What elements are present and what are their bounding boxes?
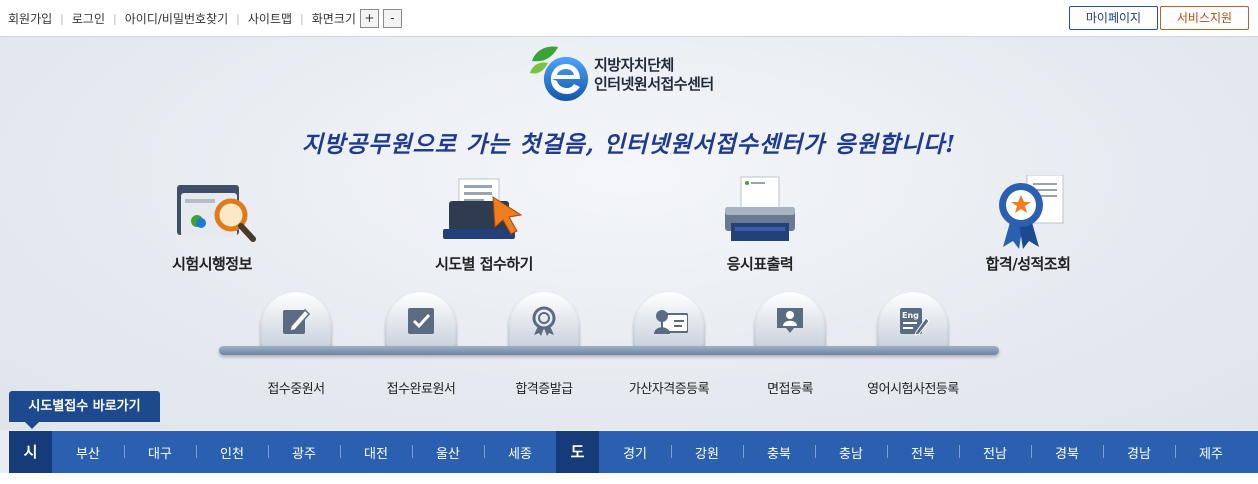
main-menu-results[interactable]: 합격/성적조회 bbox=[928, 174, 1128, 274]
signup-link[interactable]: 회원가입 bbox=[8, 10, 52, 27]
login-link[interactable]: 로그인 bbox=[72, 10, 105, 27]
region-incheon[interactable]: 인천 bbox=[196, 443, 268, 462]
main-menu-label: 합격/성적조회 bbox=[985, 255, 1071, 273]
submenu-shelf bbox=[219, 346, 999, 355]
zoom-in-button[interactable]: + bbox=[359, 9, 379, 28]
region-nav-bar: 시 부산 대구 인천 광주 대전 울산 세종 도 경기 강원 충북 충남 전북 … bbox=[9, 431, 1258, 473]
region-gangwon[interactable]: 강원 bbox=[671, 443, 743, 462]
main-menu-apply-by-region[interactable]: 시도별 접수하기 bbox=[384, 175, 584, 274]
region-ulsan[interactable]: 울산 bbox=[412, 443, 484, 462]
award-certificate-icon bbox=[973, 174, 1083, 249]
logo-line-2: 인터넷원서접수센터 bbox=[594, 75, 714, 93]
top-bar: 회원가입 | 로그인 | 아이디/비밀번호찾기 | 사이트맵 | 화면크기 + … bbox=[0, 0, 1258, 37]
main-menu-label: 응시표출력 bbox=[726, 255, 794, 273]
person-icon bbox=[777, 308, 803, 333]
logo-text: 지방자치단체 인터넷원서접수센터 bbox=[594, 56, 714, 94]
region-gyeongbuk[interactable]: 경북 bbox=[1031, 443, 1103, 462]
region-gwangju[interactable]: 광주 bbox=[268, 443, 340, 462]
id-card-icon bbox=[654, 310, 688, 334]
main-menu-exam-info[interactable]: 시험시행정보 bbox=[112, 175, 312, 274]
main-menu-label: 시도별 접수하기 bbox=[435, 255, 533, 273]
eng-document-icon: Eng bbox=[900, 308, 930, 336]
laptop-cursor-icon bbox=[429, 175, 539, 249]
region-sejong[interactable]: 세종 bbox=[484, 443, 556, 462]
top-links: 회원가입 | 로그인 | 아이디/비밀번호찾기 | 사이트맵 | 화면크기 + … bbox=[8, 9, 402, 28]
main-menu-label: 시험시행정보 bbox=[172, 255, 252, 273]
separator: | bbox=[236, 12, 240, 25]
site-logo[interactable]: 지방자치단체 인터넷원서접수센터 bbox=[528, 43, 738, 103]
region-gyeongnam[interactable]: 경남 bbox=[1103, 443, 1175, 462]
sitemap-link[interactable]: 사이트맵 bbox=[248, 10, 292, 27]
submenu-label: 면접등록 bbox=[767, 382, 813, 397]
mypage-button[interactable]: 마이페이지 bbox=[1069, 6, 1158, 30]
submenu-applications-in-progress[interactable]: 접수중원서 bbox=[226, 292, 366, 397]
folder-magnifier-icon bbox=[157, 175, 267, 249]
service-support-button[interactable]: 서비스지원 bbox=[1160, 6, 1249, 30]
region-chungbuk[interactable]: 충북 bbox=[743, 443, 815, 462]
submenu-label: 접수완료원서 bbox=[386, 382, 456, 397]
zoom-out-button[interactable]: - bbox=[382, 9, 402, 28]
region-jeju[interactable]: 제주 bbox=[1175, 443, 1247, 462]
region-shortcut-tab: 시도별접수 바로가기 bbox=[9, 391, 160, 429]
medal-icon bbox=[532, 306, 556, 336]
region-gyeonggi[interactable]: 경기 bbox=[599, 443, 671, 462]
submenu-certificate-issue[interactable]: 합격증발급 bbox=[474, 292, 614, 397]
region-daejeon[interactable]: 대전 bbox=[340, 443, 412, 462]
svg-text:Eng: Eng bbox=[902, 311, 919, 320]
submenu-label: 합격증발급 bbox=[515, 382, 573, 397]
region-chungnam[interactable]: 충남 bbox=[815, 443, 887, 462]
submenu-english-test-preregister[interactable]: Eng 영어시험사전등록 bbox=[843, 292, 983, 397]
main-menu-print-admission[interactable]: 응시표출력 bbox=[660, 175, 860, 274]
submenu-label: 가산자격증등록 bbox=[628, 382, 710, 397]
page-bottom-strip bbox=[0, 473, 1258, 484]
submenu-bonus-certificate-register[interactable]: 가산자격증등록 bbox=[599, 292, 739, 397]
slogan: 지방공무원으로 가는 첫걸음, 인터넷원서접수센터가 응원합니다! bbox=[301, 131, 957, 158]
separator: | bbox=[300, 12, 304, 25]
submenu-label: 접수중원서 bbox=[267, 382, 325, 397]
submenu-completed-applications[interactable]: 접수완료원서 bbox=[351, 292, 491, 397]
pencil-icon bbox=[283, 308, 311, 334]
region-busan[interactable]: 부산 bbox=[52, 443, 124, 462]
do-label: 도 bbox=[556, 431, 599, 473]
separator: | bbox=[60, 12, 64, 25]
checkbox-icon bbox=[408, 308, 434, 334]
region-daegu[interactable]: 대구 bbox=[124, 443, 196, 462]
printer-icon bbox=[705, 175, 815, 249]
si-label: 시 bbox=[9, 431, 52, 473]
submenu-interview-register[interactable]: 면접등록 bbox=[720, 292, 860, 397]
hero-section: 지방자치단체 인터넷원서접수센터 지방공무원으로 가는 첫걸음, 인터넷원서접수… bbox=[0, 37, 1258, 430]
region-jeonbuk[interactable]: 전북 bbox=[887, 443, 959, 462]
screen-size-label: 화면크기 bbox=[311, 12, 356, 26]
find-id-password-link[interactable]: 아이디/비밀번호찾기 bbox=[125, 10, 228, 27]
region-jeonnam[interactable]: 전남 bbox=[959, 443, 1031, 462]
submenu-label: 영어시험사전등록 bbox=[867, 382, 959, 397]
logo-line-1: 지방자치단체 bbox=[594, 56, 674, 74]
logo-e-icon bbox=[530, 46, 588, 101]
separator: | bbox=[113, 12, 117, 25]
